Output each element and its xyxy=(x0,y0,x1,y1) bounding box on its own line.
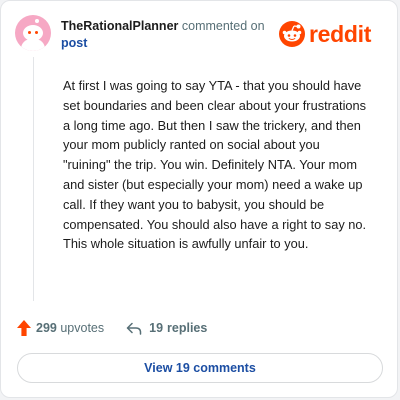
view-comments-button[interactable]: View 19 comments xyxy=(17,353,383,383)
user-avatar[interactable] xyxy=(15,15,51,51)
action-text: commented on xyxy=(181,19,265,33)
upvote-count: 299 xyxy=(36,321,57,335)
upvote-arrow-icon xyxy=(17,320,31,336)
reddit-snoo-icon xyxy=(279,21,305,47)
reddit-wordmark: reddit xyxy=(309,20,372,47)
comment-header: TheRationalPlanner commented on post xyxy=(61,18,271,52)
avatar-antenna xyxy=(35,19,39,23)
upvote-word: upvotes xyxy=(60,321,105,335)
avatar-body xyxy=(21,39,45,51)
username-link[interactable]: TheRationalPlanner xyxy=(61,19,178,33)
replies-button[interactable]: 19 replies xyxy=(126,321,207,335)
reddit-logo[interactable]: reddit xyxy=(279,19,371,49)
reply-count: 19 xyxy=(149,321,164,335)
reply-word: replies xyxy=(167,321,208,335)
replies-label: 19 replies xyxy=(149,321,207,335)
upvote-button[interactable]: 299 upvotes xyxy=(17,320,104,336)
comment-body: At first I was going to say YTA - that y… xyxy=(63,78,367,252)
reply-arrow-icon xyxy=(126,322,142,335)
thread-line[interactable] xyxy=(33,57,34,301)
upvote-label: 299 upvotes xyxy=(36,321,104,335)
comment-card: TheRationalPlanner commented on post red… xyxy=(0,0,398,398)
avatar-eye-left xyxy=(28,31,31,34)
post-link[interactable]: post xyxy=(61,36,87,50)
comment-actions: 299 upvotes 19 replies xyxy=(17,317,207,339)
avatar-eye-right xyxy=(35,31,38,34)
